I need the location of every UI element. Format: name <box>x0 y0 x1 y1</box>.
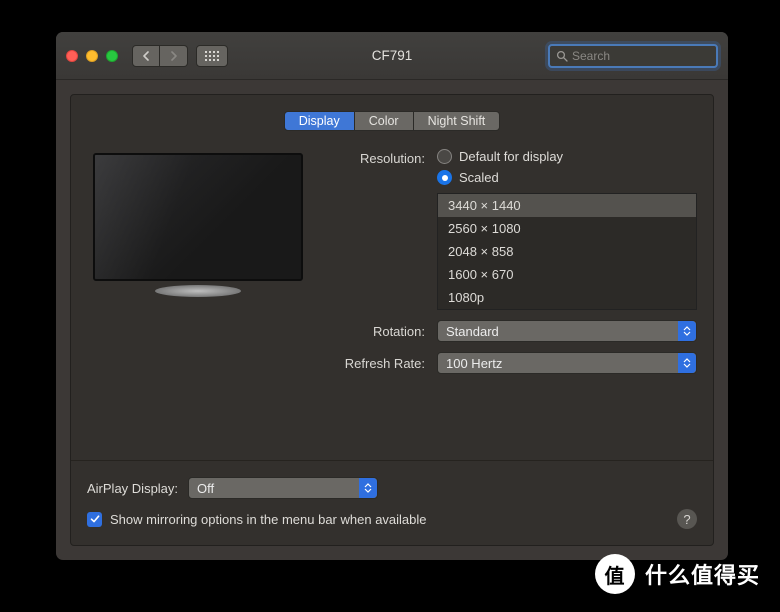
mirroring-row: Show mirroring options in the menu bar w… <box>87 509 697 529</box>
resolution-option[interactable]: 1600 × 670 <box>438 263 696 286</box>
search-input[interactable] <box>572 49 727 63</box>
show-all-button[interactable] <box>196 45 228 67</box>
titlebar: CF791 <box>56 32 728 80</box>
divider <box>71 460 713 461</box>
chevron-updown-icon <box>678 321 696 341</box>
help-button[interactable]: ? <box>677 509 697 529</box>
form-column: Resolution: Default for display Scaled <box>329 149 697 384</box>
chevron-updown-icon <box>359 478 377 498</box>
chevron-updown-icon <box>678 353 696 373</box>
resolution-scaled-radio[interactable]: Scaled <box>437 170 697 185</box>
zoom-icon[interactable] <box>106 50 118 62</box>
rotation-label: Rotation: <box>329 324 425 339</box>
resolution-default-radio[interactable]: Default for display <box>437 149 697 164</box>
select-value: 100 Hertz <box>446 356 502 371</box>
lower-section: AirPlay Display: Off Show mirroring opti… <box>87 444 697 529</box>
watermark: 值 什么值得买 <box>595 554 760 594</box>
resolution-list: 3440 × 1440 2560 × 1080 2048 × 858 1600 … <box>437 193 697 310</box>
grid-icon <box>205 51 219 61</box>
rotation-row: Rotation: Standard <box>329 320 697 342</box>
radio-label: Default for display <box>459 149 563 164</box>
traffic-lights <box>66 50 118 62</box>
watermark-badge: 值 <box>595 554 635 594</box>
preferences-window: CF791 Display Color Night Shift <box>56 32 728 560</box>
watermark-text: 什么值得买 <box>645 558 760 590</box>
resolution-option[interactable]: 2048 × 858 <box>438 240 696 263</box>
monitor-preview <box>87 149 309 384</box>
resolution-option[interactable]: 3440 × 1440 <box>438 194 696 217</box>
nav-segment <box>132 45 188 67</box>
search-field[interactable] <box>548 44 718 68</box>
select-value: Off <box>197 481 214 496</box>
radio-label: Scaled <box>459 170 499 185</box>
main-row: Resolution: Default for display Scaled <box>87 149 697 384</box>
mirroring-checkbox[interactable] <box>87 512 102 527</box>
airplay-label: AirPlay Display: <box>87 481 178 496</box>
content: Display Color Night Shift Resolution: <box>56 80 728 560</box>
airplay-row: AirPlay Display: Off <box>87 477 697 499</box>
refresh-row: Refresh Rate: 100 Hertz <box>329 352 697 374</box>
resolution-option[interactable]: 1080p <box>438 286 696 309</box>
resolution-option[interactable]: 2560 × 1080 <box>438 217 696 240</box>
back-button[interactable] <box>132 45 160 67</box>
airplay-select[interactable]: Off <box>188 477 378 499</box>
mirroring-label: Show mirroring options in the menu bar w… <box>110 512 427 527</box>
tabs: Display Color Night Shift <box>87 111 697 131</box>
tab-color[interactable]: Color <box>355 111 414 131</box>
tab-night-shift[interactable]: Night Shift <box>414 111 501 131</box>
panel: Display Color Night Shift Resolution: <box>70 94 714 546</box>
radio-icon <box>437 170 452 185</box>
tab-display[interactable]: Display <box>284 111 355 131</box>
resolution-label: Resolution: <box>329 149 425 166</box>
refresh-label: Refresh Rate: <box>329 356 425 371</box>
close-icon[interactable] <box>66 50 78 62</box>
minimize-icon[interactable] <box>86 50 98 62</box>
check-icon <box>90 514 100 524</box>
search-icon <box>556 50 568 62</box>
resolution-row: Resolution: Default for display Scaled <box>329 149 697 310</box>
radio-icon <box>437 149 452 164</box>
window-title: CF791 <box>372 48 413 63</box>
refresh-select[interactable]: 100 Hertz <box>437 352 697 374</box>
rotation-select[interactable]: Standard <box>437 320 697 342</box>
monitor-icon <box>93 153 303 297</box>
forward-button[interactable] <box>160 45 188 67</box>
select-value: Standard <box>446 324 499 339</box>
